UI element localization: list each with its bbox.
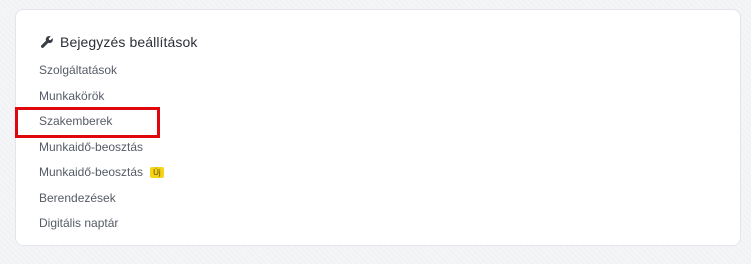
settings-card: Bejegyzés beállítások Szolgáltatások Mun… [15, 9, 741, 246]
menu-item-label[interactable]: Munkakörök [39, 86, 104, 106]
menu-item-szakemberek[interactable]: Szakemberek [39, 111, 164, 137]
menu-item-label[interactable]: Munkaidő-beosztás [39, 162, 143, 182]
menu-item-szolgaltatasok[interactable]: Szolgáltatások [39, 60, 164, 86]
settings-menu: Szolgáltatások Munkakörök Szakemberek Mu… [39, 60, 164, 239]
menu-item-label[interactable]: Szakemberek [39, 111, 112, 131]
menu-item-munkaido-beosztas[interactable]: Munkaidő-beosztás [39, 137, 164, 163]
menu-item-label[interactable]: Digitális naptár [39, 213, 118, 233]
card-header: Bejegyzés beállítások [40, 32, 198, 52]
menu-item-munkaido-beosztas-new[interactable]: Munkaidő-beosztás Új [39, 162, 164, 188]
menu-item-digitalis-naptar[interactable]: Digitális naptár [39, 213, 164, 239]
card-title: Bejegyzés beállítások [60, 34, 198, 50]
menu-item-label[interactable]: Berendezések [39, 188, 116, 208]
wrench-icon [40, 35, 54, 49]
menu-item-label[interactable]: Munkaidő-beosztás [39, 137, 143, 157]
menu-item-munkakorok[interactable]: Munkakörök [39, 86, 164, 112]
menu-item-label[interactable]: Szolgáltatások [39, 60, 117, 80]
new-badge: Új [150, 167, 164, 178]
menu-item-berendezesek[interactable]: Berendezések [39, 188, 164, 214]
